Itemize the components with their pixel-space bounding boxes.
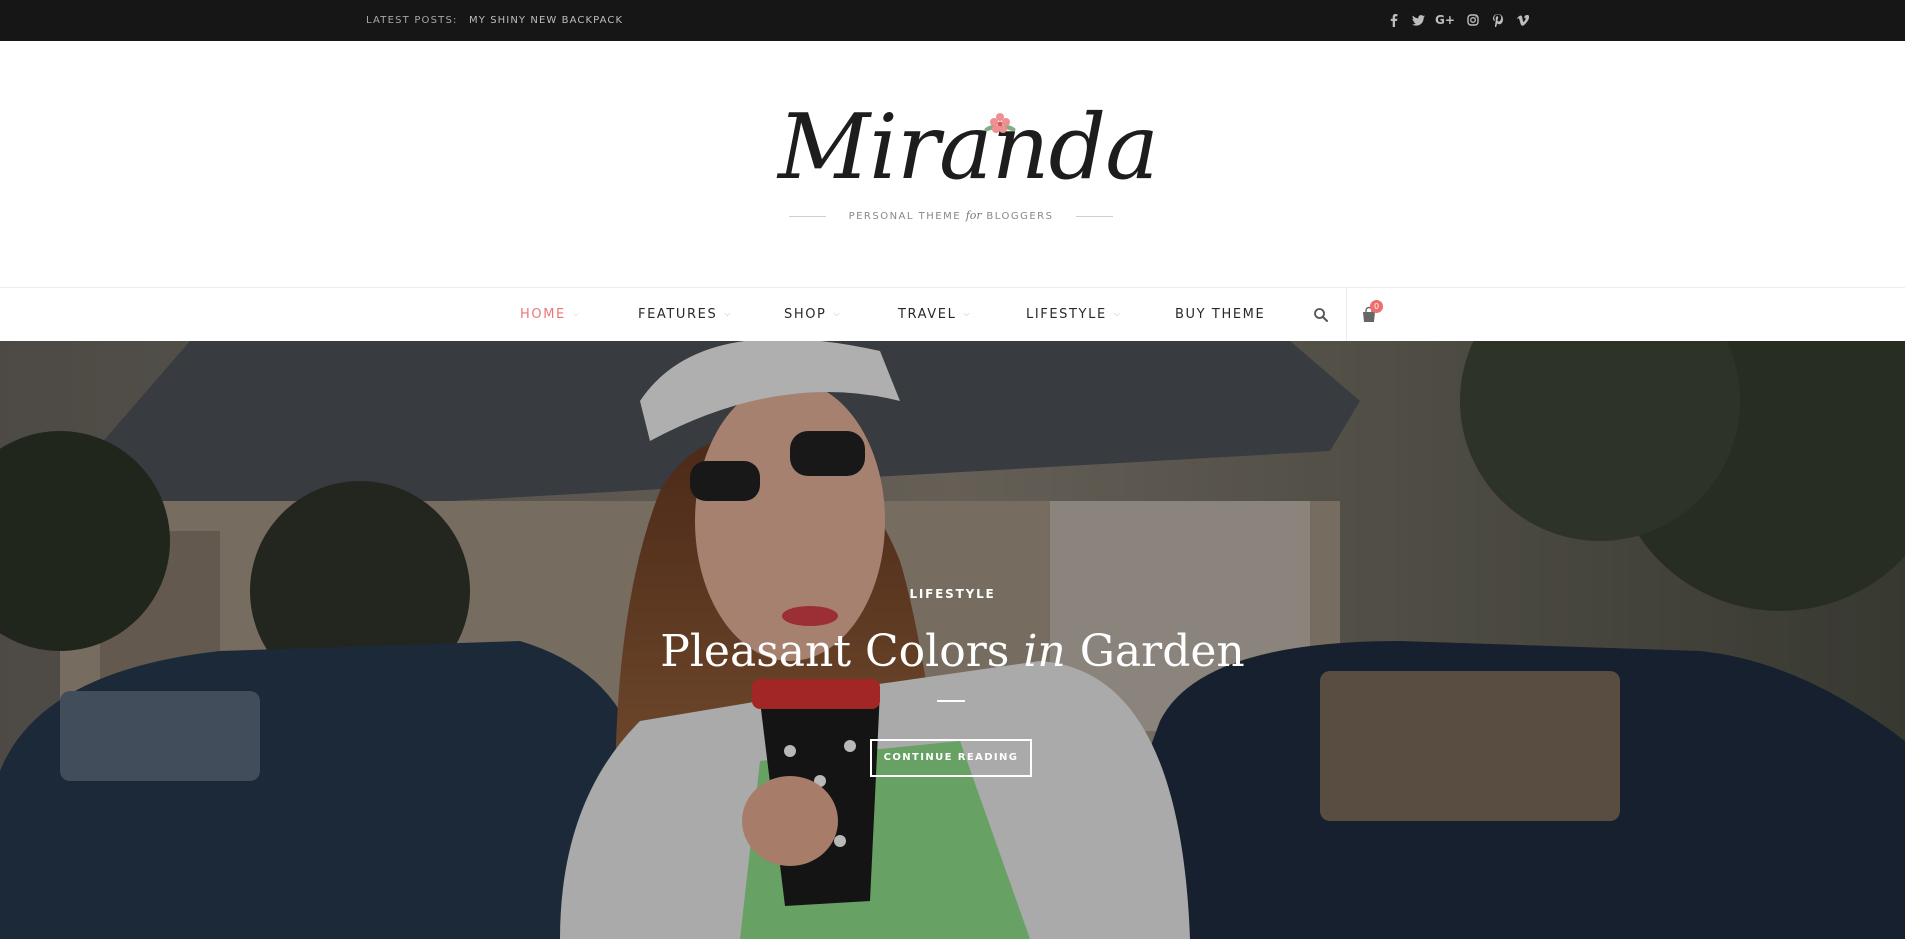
hero-title-part-1: Pleasant Colors	[660, 626, 1010, 677]
hero-divider	[937, 700, 965, 702]
hero-post-title[interactable]: Pleasant Colors in Garden	[0, 624, 1905, 680]
instagram-icon[interactable]	[1465, 11, 1481, 29]
pinterest-icon[interactable]	[1490, 11, 1506, 29]
nav-item-travel[interactable]: TRAVEL ⌵	[898, 307, 971, 322]
nav-item-shop[interactable]: SHOP ⌵	[784, 307, 841, 322]
hero-category-label[interactable]: LIFESTYLE	[0, 587, 1905, 601]
nav-item-shop-label: SHOP	[784, 307, 827, 322]
nav-item-travel-label: TRAVEL	[898, 307, 957, 322]
continue-reading-button[interactable]: CONTINUE READING	[870, 739, 1032, 777]
tagline-text-before: PERSONAL THEME	[848, 211, 962, 222]
chevron-down-icon: ⌵	[963, 309, 972, 318]
nav-item-home-label: HOME	[520, 307, 566, 322]
tagline-text-after: BLOGGERS	[986, 211, 1054, 222]
latest-post-link[interactable]: MY SHINY NEW BACKPACK	[469, 15, 623, 26]
chevron-down-icon: ⌵	[572, 309, 581, 318]
main-navigation: HOME ⌵ FEATURES ⌵ SHOP ⌵ TRAVEL ⌵ LIFESTYLE ⌵…	[0, 287, 1905, 342]
nav-item-buy-theme-label: BUY THEME	[1175, 307, 1266, 322]
nav-item-lifestyle-label: LIFESTYLE	[1026, 307, 1107, 322]
facebook-icon[interactable]	[1388, 11, 1400, 29]
chevron-down-icon: ⌵	[724, 309, 733, 318]
cart-count-badge: 0	[1370, 300, 1383, 313]
latest-posts-label: LATEST POSTS:	[366, 15, 458, 26]
twitter-icon[interactable]	[1410, 11, 1426, 29]
hero-title-part-3: Garden	[1079, 626, 1245, 677]
site-header: Miranda PERSONAL THEME for BLOGGERS	[0, 41, 1905, 287]
chevron-down-icon: ⌵	[1113, 309, 1122, 318]
nav-item-lifestyle[interactable]: LIFESTYLE ⌵	[1026, 307, 1121, 322]
site-tagline: PERSONAL THEME for BLOGGERS	[787, 206, 1115, 226]
nav-item-features[interactable]: FEATURES ⌵	[638, 307, 732, 322]
nav-item-home[interactable]: HOME ⌵	[520, 307, 581, 322]
nav-item-buy-theme[interactable]: BUY THEME	[1175, 307, 1265, 322]
hero-slider[interactable]: LIFESTYLE Pleasant Colors in Garden CONT…	[0, 341, 1905, 939]
nav-divider	[1346, 288, 1347, 342]
vimeo-icon[interactable]	[1515, 11, 1531, 29]
tagline-text-for: for	[965, 209, 982, 222]
chevron-down-icon: ⌵	[833, 309, 842, 318]
top-bar: LATEST POSTS: MY SHINY NEW BACKPACK G+	[0, 0, 1905, 41]
nav-item-features-label: FEATURES	[638, 307, 718, 322]
hero-title-part-2: in	[1023, 626, 1066, 677]
site-logo[interactable]: Miranda	[778, 103, 1159, 193]
search-icon[interactable]	[1313, 307, 1329, 323]
google-plus-icon[interactable]: G+	[1435, 11, 1455, 29]
flower-icon	[984, 113, 1016, 133]
